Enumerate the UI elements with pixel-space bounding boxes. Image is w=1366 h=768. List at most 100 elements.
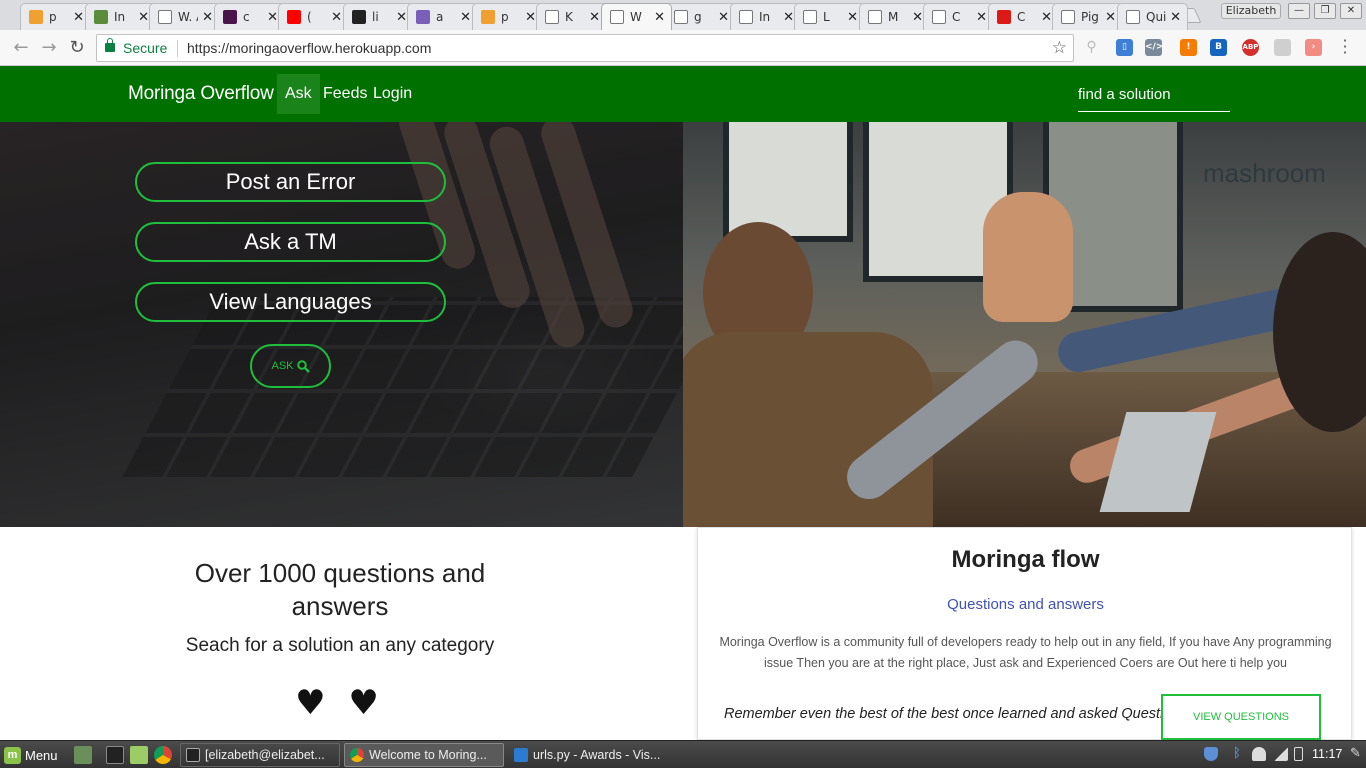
pig-icon	[29, 10, 43, 24]
browser-tab[interactable]: Quiz✕	[1117, 3, 1188, 30]
back-icon[interactable]: ←	[10, 37, 32, 59]
nav-login[interactable]: Login	[365, 74, 420, 114]
os-taskbar: m Menu [elizabeth@elizabet... Welcome to…	[0, 740, 1366, 768]
forward-icon[interactable]: →	[38, 37, 60, 59]
bookmark-star-icon[interactable]: ☆	[1052, 38, 1067, 58]
bluetooth-icon[interactable]: ᛒ	[1230, 747, 1244, 761]
battery-icon[interactable]	[1294, 747, 1303, 761]
site-brand[interactable]: Moringa Overflow	[128, 83, 274, 105]
browser-tab[interactable]: a ✕	[407, 3, 478, 30]
close-tab-icon[interactable]: ✕	[589, 10, 600, 25]
browser-tab[interactable]: W. A ✕	[149, 3, 220, 30]
browser-tab-title: K	[565, 10, 573, 24]
browser-tab[interactable]: M ✕	[859, 3, 930, 30]
page-icon	[674, 10, 688, 24]
browser-tab[interactable]: li ✕	[343, 3, 414, 30]
heart-icons: ♥ ♥	[295, 683, 385, 723]
search-extension-icon[interactable]: ⚲	[1083, 39, 1100, 56]
browser-tab[interactable]: C ✕	[923, 3, 994, 30]
start-menu-button[interactable]: m Menu	[4, 745, 58, 765]
browser-tab-title: In	[759, 10, 771, 24]
close-tab-icon[interactable]: ✕	[460, 10, 471, 25]
site-navbar: Moringa Overflow Ask Feeds Login	[0, 66, 1366, 122]
b-extension-icon[interactable]: B	[1210, 39, 1227, 56]
close-tab-icon[interactable]: ✕	[1041, 10, 1052, 25]
browser-tab[interactable]: C ✕	[988, 3, 1059, 30]
close-tab-icon[interactable]: ✕	[331, 10, 342, 25]
adblock-icon[interactable]: ABP	[1242, 39, 1259, 56]
maximize-button[interactable]: ❐	[1314, 3, 1336, 19]
browser-tab[interactable]: g ✕	[665, 3, 736, 30]
secure-label: Secure	[123, 40, 168, 56]
ask-button[interactable]: ASK	[250, 344, 331, 388]
browser-tab[interactable]: p ✕	[20, 3, 91, 30]
close-tab-icon[interactable]: ✕	[912, 10, 923, 25]
terminal-launcher-icon[interactable]	[106, 746, 124, 764]
taskbar-item-chrome[interactable]: Welcome to Moring...	[344, 743, 504, 767]
close-tab-icon[interactable]: ✕	[783, 10, 794, 25]
close-tab-icon[interactable]: ✕	[847, 10, 858, 25]
clock[interactable]: 11:17	[1312, 747, 1342, 761]
browser-tab[interactable]: Pig D ✕	[1052, 3, 1123, 30]
wall-sign-text: mashroom	[1203, 158, 1326, 188]
browser-tab[interactable]: In ✕	[730, 3, 801, 30]
taskbar-item-vscode[interactable]: urls.py - Awards - Vis...	[508, 743, 668, 767]
close-tab-icon[interactable]: ✕	[202, 10, 213, 25]
view-languages-button[interactable]: View Languages	[135, 282, 446, 322]
ask-tm-button[interactable]: Ask a TM	[135, 222, 446, 262]
card-title: Moringa flow	[951, 546, 1100, 573]
reload-icon[interactable]: ↻	[66, 37, 88, 59]
taskbar-item-terminal[interactable]: [elizabeth@elizabet...	[180, 743, 340, 767]
profile-button[interactable]: Elizabeth	[1221, 3, 1281, 19]
close-tab-icon[interactable]: ✕	[976, 10, 987, 25]
browser-tab[interactable]: In ✕	[85, 3, 156, 30]
sync-extension-icon[interactable]	[1274, 39, 1291, 56]
address-bar[interactable]: Secure https://moringaoverflow.herokuapp…	[96, 34, 1074, 62]
close-window-button[interactable]: ✕	[1340, 3, 1362, 19]
devtools-extension-icon[interactable]: </>	[1145, 39, 1163, 56]
close-tab-icon[interactable]: ✕	[267, 10, 278, 25]
network-icon[interactable]	[1274, 747, 1288, 761]
browser-tab[interactable]: K ✕	[536, 3, 607, 30]
share-extension-icon[interactable]: ›	[1305, 39, 1322, 56]
stats-section: Over 1000 questions and answers Seach fo…	[0, 527, 683, 740]
info-card: Moringa flow Questions and answers Morin…	[697, 527, 1352, 740]
shield-icon[interactable]	[1204, 747, 1218, 761]
files-launcher-icon[interactable]	[130, 746, 148, 764]
page-icon	[1126, 10, 1140, 24]
pen-icon[interactable]: ✎	[1350, 747, 1364, 761]
browser-tab[interactable]: L ✕	[794, 3, 865, 30]
search-input[interactable]	[1078, 78, 1230, 112]
close-tab-icon[interactable]: ✕	[718, 10, 729, 25]
github-icon	[352, 10, 366, 24]
close-tab-icon[interactable]: ✕	[73, 10, 84, 25]
browser-menu-icon[interactable]: · · ·	[1340, 33, 1350, 61]
minimize-button[interactable]: —	[1288, 3, 1310, 19]
close-tab-icon[interactable]: ✕	[138, 10, 149, 25]
mint-logo-icon: m	[4, 746, 21, 764]
angular-icon	[997, 10, 1011, 24]
extension-alert-icon[interactable]: !	[1180, 39, 1197, 56]
close-tab-icon[interactable]: ✕	[396, 10, 407, 25]
nav-ask[interactable]: Ask	[277, 74, 320, 114]
browser-tab-title: c	[243, 10, 250, 24]
browser-tab-title: In	[114, 10, 126, 24]
browser-tab-title: p	[501, 10, 509, 24]
browser-tab[interactable]: c ✕	[214, 3, 285, 30]
chrome-launcher-icon[interactable]	[154, 746, 172, 764]
post-error-button[interactable]: Post an Error	[135, 162, 446, 202]
view-questions-button[interactable]: VIEW QUESTIONS	[1161, 694, 1321, 740]
browser-tab[interactable]: W ✕	[601, 3, 672, 30]
user-icon[interactable]	[1252, 747, 1266, 761]
browser-tab[interactable]: (✕	[278, 3, 349, 30]
close-tab-icon[interactable]: ✕	[1170, 10, 1181, 25]
show-desktop-icon[interactable]	[74, 746, 92, 764]
close-tab-icon[interactable]: ✕	[1105, 10, 1116, 25]
browser-tab[interactable]: p ✕	[472, 3, 543, 30]
close-tab-icon[interactable]: ✕	[654, 10, 665, 25]
close-tab-icon[interactable]: ✕	[525, 10, 536, 25]
url-text[interactable]: https://moringaoverflow.herokuapp.com	[187, 40, 431, 56]
browser-toolbar: ← → ↻ Secure https://moringaoverflow.her…	[0, 30, 1366, 66]
extension-icon[interactable]: ▯	[1116, 39, 1133, 56]
lock-icon	[105, 38, 115, 52]
